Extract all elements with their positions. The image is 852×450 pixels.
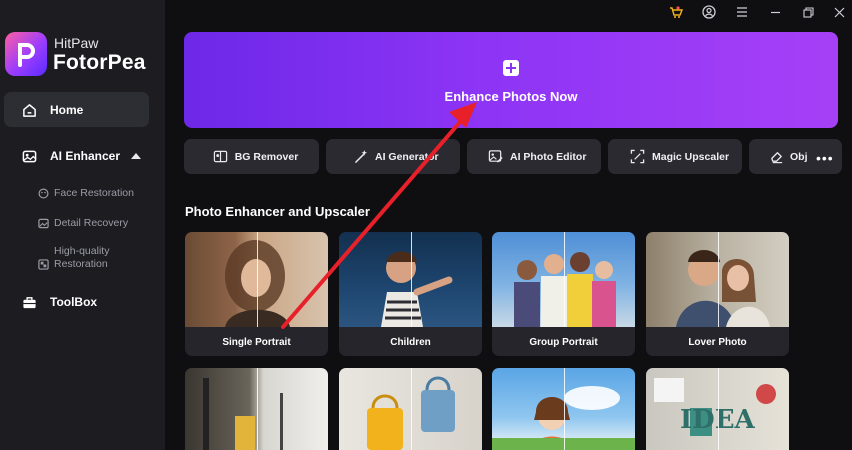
enhance-photos-label: Enhance Photos Now bbox=[444, 89, 578, 104]
gift-icon[interactable] bbox=[668, 4, 684, 20]
card-label: Single Portrait bbox=[222, 337, 291, 348]
card-idea[interactable]: IDEA bbox=[646, 368, 789, 450]
card-label: Children bbox=[390, 337, 431, 348]
high-quality-icon bbox=[38, 258, 49, 270]
sub-item-face-restoration[interactable]: Face Restoration bbox=[38, 187, 134, 199]
close-icon[interactable] bbox=[831, 4, 847, 20]
detail-recovery-icon bbox=[38, 218, 49, 229]
compare-divider bbox=[718, 232, 719, 327]
card-anime[interactable] bbox=[492, 368, 635, 450]
nav-ai-enhancer[interactable]: AI Enhancer bbox=[21, 148, 120, 164]
ai-enhancer-icon bbox=[21, 148, 37, 164]
sub-item-label: Face Restoration bbox=[54, 187, 134, 199]
sub-item-detail-recovery[interactable]: Detail Recovery bbox=[38, 217, 128, 229]
card-single-portrait[interactable]: Single Portrait bbox=[185, 232, 328, 356]
brand-name: FotorPea bbox=[53, 51, 146, 74]
compare-divider bbox=[411, 232, 412, 327]
compare-divider bbox=[718, 368, 719, 450]
tool-ai-generator[interactable]: AI Generator bbox=[326, 139, 460, 174]
compare-divider bbox=[257, 232, 258, 327]
tool-magic-upscaler[interactable]: Magic Upscaler bbox=[608, 139, 742, 174]
eraser-icon bbox=[771, 152, 783, 164]
more-tools-icon[interactable]: ••• bbox=[816, 150, 834, 166]
toolbox-icon bbox=[21, 294, 37, 310]
magic-wand-icon bbox=[355, 149, 368, 163]
plus-icon bbox=[503, 60, 519, 76]
sub-item-high-quality[interactable]: High-quality Restoration bbox=[38, 245, 109, 271]
compare-divider bbox=[257, 368, 258, 450]
logo-p-icon bbox=[18, 43, 35, 67]
nav-ai-enhancer-label: AI Enhancer bbox=[50, 149, 121, 163]
sidebar: HitPaw FotorPea Home AI Enhancer Face Re… bbox=[0, 0, 165, 450]
tool-label: AI Photo Editor bbox=[510, 150, 587, 163]
nav-toolbox-label: ToolBox bbox=[50, 295, 98, 309]
tool-label: AI Generator bbox=[375, 150, 439, 163]
home-icon bbox=[21, 102, 37, 118]
upscale-icon bbox=[630, 149, 645, 164]
face-restoration-icon bbox=[38, 188, 49, 199]
restore-icon[interactable] bbox=[800, 4, 816, 20]
card-label: Group Portrait bbox=[529, 337, 598, 348]
sub-item-label: Detail Recovery bbox=[54, 217, 129, 229]
photo-editor-icon bbox=[488, 150, 503, 163]
card-lover-photo[interactable]: Lover Photo bbox=[646, 232, 789, 356]
tool-label: Obj bbox=[790, 150, 808, 163]
nav-home-label: Home bbox=[50, 103, 84, 117]
card-children[interactable]: Children bbox=[339, 232, 482, 356]
app-logo bbox=[5, 32, 47, 76]
minimize-icon[interactable] bbox=[767, 4, 783, 20]
compare-divider bbox=[411, 368, 412, 450]
nav-toolbox[interactable]: ToolBox bbox=[21, 294, 97, 310]
compare-divider bbox=[564, 368, 565, 450]
tool-bg-remover[interactable]: BG Remover bbox=[184, 139, 319, 174]
sub-item-label: High-quality bbox=[54, 245, 110, 257]
compare-divider bbox=[564, 232, 565, 327]
brand-top: HitPaw bbox=[54, 35, 99, 51]
card-label: Lover Photo bbox=[688, 337, 747, 348]
card-group-portrait[interactable]: Group Portrait bbox=[492, 232, 635, 356]
tool-label: BG Remover bbox=[234, 150, 299, 163]
card-interior[interactable] bbox=[185, 368, 328, 450]
bg-remover-icon bbox=[213, 150, 228, 163]
sub-item-label-2: Restoration bbox=[54, 258, 108, 270]
tool-label: Magic Upscaler bbox=[652, 150, 730, 163]
nav-home-row[interactable]: Home bbox=[21, 102, 83, 118]
account-icon[interactable] bbox=[701, 4, 717, 20]
menu-icon[interactable] bbox=[734, 4, 750, 20]
enhance-photos-button[interactable]: Enhance Photos Now bbox=[184, 32, 838, 128]
section-title: Photo Enhancer and Upscaler bbox=[185, 204, 370, 219]
tool-ai-photo-editor[interactable]: AI Photo Editor bbox=[467, 139, 601, 174]
chevron-up-icon[interactable] bbox=[131, 153, 141, 159]
card-product[interactable] bbox=[339, 368, 482, 450]
